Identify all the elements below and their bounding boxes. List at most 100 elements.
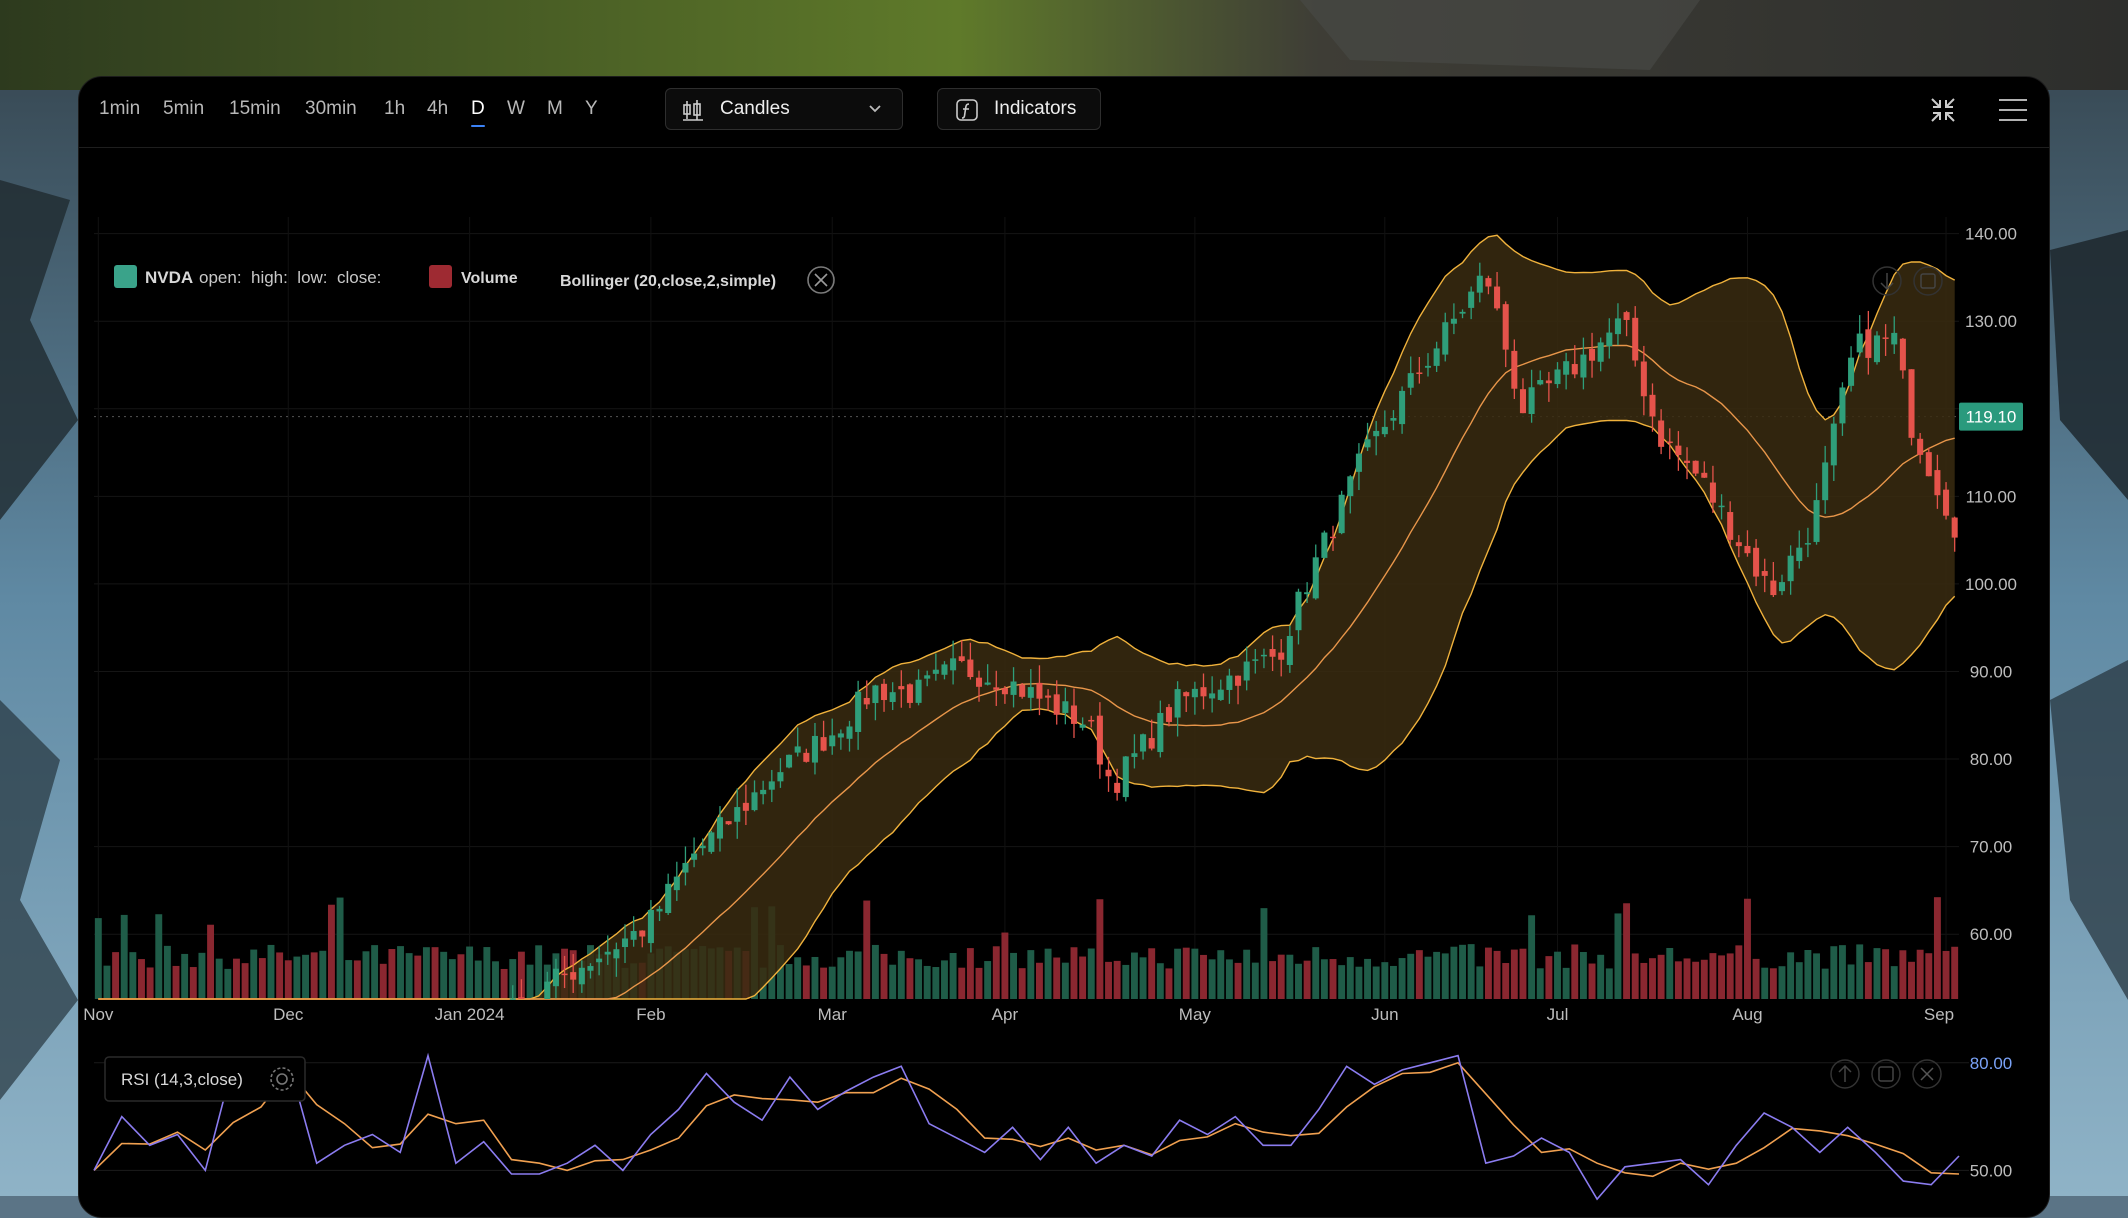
candle-body [1442,322,1449,355]
candle-body [1217,689,1224,700]
volume-bar [1459,944,1466,999]
remove-bollinger-button[interactable] [807,266,835,294]
timeframe-5min[interactable]: 5min [163,96,204,122]
candle-body [1528,387,1535,415]
volume-bar [535,945,543,999]
candle-body [587,966,594,971]
volume-bar [1105,961,1112,999]
candle-body [1563,361,1570,375]
volume-bar [319,950,327,999]
volume-bar [1174,948,1182,999]
candle-body [1519,389,1526,414]
candle-body [1537,380,1544,385]
candle-body [1381,426,1388,435]
volume-bar [1579,952,1587,999]
volume-bar [1338,965,1346,999]
volume-bar [915,959,923,999]
volume-bar [155,914,163,999]
candle-body [1252,659,1259,661]
volume-bar [1666,947,1674,999]
volume-bar [1882,949,1890,999]
volume-bar [854,951,862,999]
candle-body [544,981,551,999]
candle-body [1243,661,1250,681]
collapse-icon[interactable] [1929,96,1957,124]
candle-body [725,821,732,825]
volume-bar [1234,962,1242,999]
volume-bar [172,965,180,999]
candle-body [1925,452,1932,477]
chart-type-dropdown[interactable]: Candles [665,88,903,130]
volume-bar [1545,956,1553,999]
volume-bar [941,960,948,999]
volume-bar [379,963,387,999]
price-tick-label: 60.00 [1970,925,2013,944]
candle-body [1001,688,1008,695]
candle-body [1856,333,1863,353]
timeframe-w[interactable]: W [507,96,525,122]
move-pane-up-icon[interactable] [1830,1059,1860,1089]
volume-bar [1476,966,1484,999]
candle-body [863,697,870,705]
close-rsi-icon[interactable] [1912,1059,1942,1089]
volume-bar [1908,961,1915,999]
timeframe-m[interactable]: M [547,96,563,122]
volume-bar [1933,897,1941,999]
candle-body [855,691,862,732]
volume-bar [207,924,215,999]
candle-body [751,792,758,811]
volume-bar [215,958,223,999]
candle-body [596,958,603,963]
candle-body [941,664,948,675]
volume-bar [1355,966,1363,999]
volume-bar [1243,949,1251,999]
volume-bar [1752,958,1760,999]
candle-body [1070,705,1078,724]
time-tick-label: Apr [992,1005,1019,1024]
candle-body [1399,390,1406,425]
volume-bar [1113,960,1121,999]
volume-bar [1312,947,1320,999]
rsi-tick-label: 80.00 [1970,1054,2013,1073]
candle-body [1269,649,1276,657]
volume-bar [397,946,404,999]
menu-icon[interactable] [1997,97,2029,123]
candle-body [1010,681,1017,695]
indicators-button[interactable]: Indicators [937,88,1101,130]
candle-body [1545,380,1552,384]
maximize-rsi-icon[interactable] [1871,1059,1901,1089]
chart-area[interactable]: 140.00130.00120.00110.00100.0090.0080.00… [79,147,2049,1217]
candle-body [820,737,827,751]
candle-body [682,862,689,873]
timeframe-1min[interactable]: 1min [99,96,140,122]
volume-bar [1718,955,1726,999]
timeframe-15min[interactable]: 15min [229,96,281,122]
volume-bar [1070,947,1078,999]
timeframe-30min[interactable]: 30min [305,96,357,122]
volume-bar [336,897,344,999]
candle-body [1701,472,1708,478]
candle-body [1122,756,1129,798]
timeframe-y[interactable]: Y [585,96,598,122]
rsi-pane [93,1052,1960,1201]
candle-body [1485,278,1492,287]
candle-body [1951,517,1958,538]
volume-bar [1122,964,1130,999]
timeframe-d[interactable]: D [471,96,485,127]
volume-bar [233,958,240,999]
candle-body [1761,571,1768,576]
candle-body [932,669,939,674]
volume-bar [129,952,137,999]
volume-bar [1899,950,1907,999]
volume-bar [1787,952,1795,999]
timeframe-4h[interactable]: 4h [427,96,448,122]
volume-bar [837,957,845,999]
timeframe-1h[interactable]: 1h [384,96,405,122]
time-tick-label: Nov [83,1005,114,1024]
volume-bar [1821,968,1829,999]
volume-bar [1890,966,1898,999]
candle-body [1476,275,1483,293]
bollinger-lower [98,419,1956,1000]
time-tick-label: Sep [1924,1005,1954,1024]
volume-bar [310,952,318,999]
